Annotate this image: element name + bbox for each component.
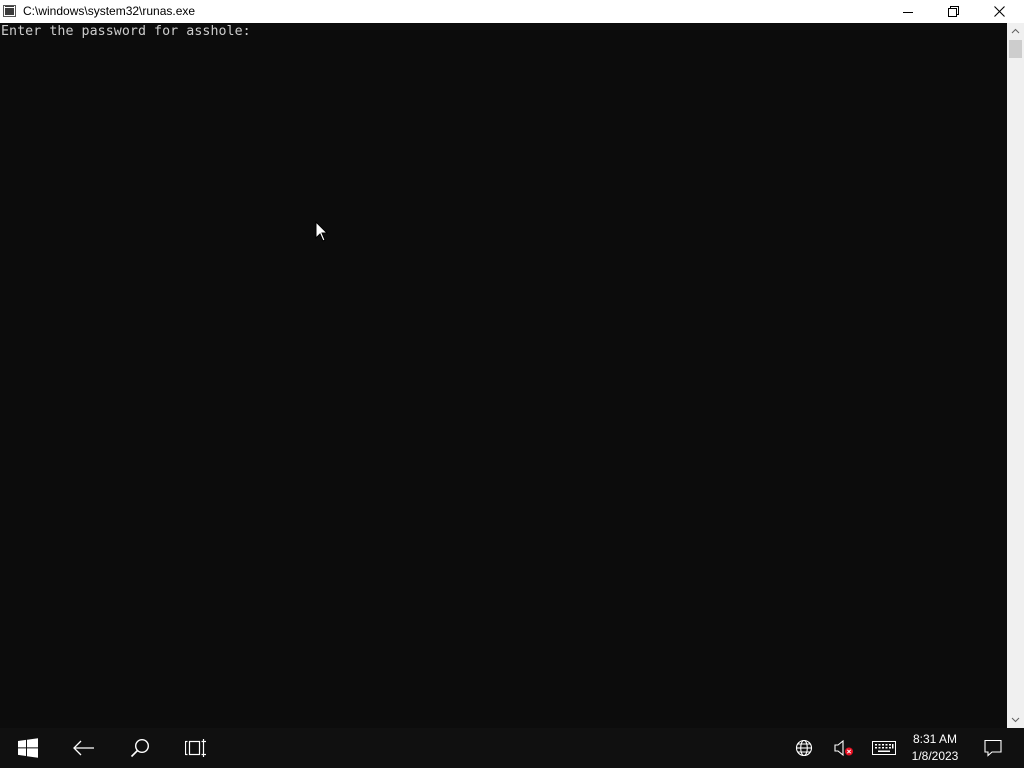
taskbar-clock[interactable]: 8:31 AM 1/8/2023: [904, 728, 966, 768]
scroll-up-arrow-icon: [1011, 28, 1020, 34]
start-button[interactable]: [0, 728, 56, 768]
close-icon: [993, 6, 1005, 17]
search-icon: [130, 738, 150, 758]
restore-button[interactable]: [930, 0, 976, 23]
scroll-thumb[interactable]: [1009, 40, 1022, 58]
clock-time: 8:31 AM: [912, 732, 958, 746]
clock-date: 1/8/2023: [911, 749, 959, 763]
scroll-down-arrow-icon: [1011, 717, 1020, 723]
console-output-area[interactable]: Enter the password for asshole:: [0, 23, 1007, 728]
search-button[interactable]: [112, 728, 168, 768]
back-button[interactable]: [56, 728, 112, 768]
action-center-icon: [984, 739, 1002, 757]
action-center-button[interactable]: [976, 728, 1010, 768]
close-button[interactable]: [976, 0, 1022, 23]
console-prompt-line: Enter the password for asshole:: [1, 24, 251, 39]
back-arrow-icon: [73, 740, 94, 756]
touch-keyboard-icon: [872, 741, 896, 755]
globe-network-icon: [795, 739, 813, 757]
touch-keyboard-button[interactable]: [866, 728, 902, 768]
network-tray-button[interactable]: [788, 728, 820, 768]
console-app-icon[interactable]: [3, 5, 16, 17]
vertical-scrollbar[interactable]: [1007, 23, 1024, 728]
minimize-icon: [903, 11, 913, 13]
speaker-muted-icon: [834, 739, 853, 757]
window-title: C:\windows\system32\runas.exe: [23, 4, 196, 18]
task-view-button[interactable]: [168, 728, 224, 768]
minimize-button[interactable]: [885, 0, 931, 23]
restore-icon: [947, 6, 959, 17]
task-view-icon: [185, 739, 206, 757]
mouse-pointer-icon: [315, 221, 329, 242]
volume-tray-button[interactable]: [828, 728, 860, 768]
window-title-bar[interactable]: C:\windows\system32\runas.exe: [0, 0, 1024, 23]
scroll-down-button[interactable]: [1007, 711, 1024, 728]
taskbar: 8:31 AM 1/8/2023: [0, 728, 1024, 768]
scroll-up-button[interactable]: [1007, 23, 1024, 40]
windows-start-icon: [18, 738, 38, 758]
